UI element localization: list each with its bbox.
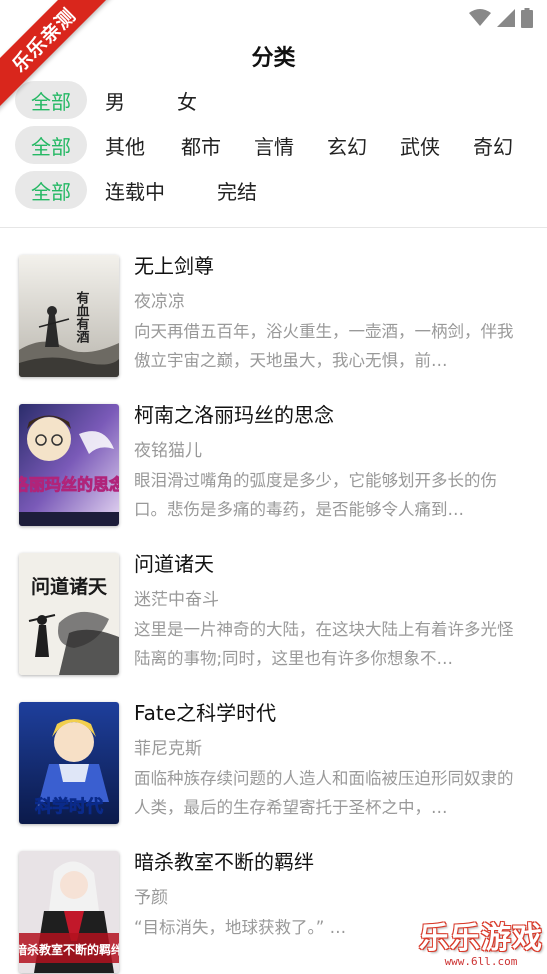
book-item[interactable]: 问道诸天 问道诸天 迷茫中奋斗 这里是一片神奇的大陆，在这块大陆上有着许多光怪陆…	[0, 548, 547, 697]
book-cover: 有血有酒	[19, 255, 119, 377]
filter-genre-fantasy[interactable]: 奇幻	[473, 126, 513, 164]
book-title: Fate之科学时代	[134, 701, 277, 725]
book-cover: 问道诸天	[19, 553, 119, 675]
book-author: 予颜	[134, 888, 168, 908]
book-title: 问道诸天	[134, 552, 214, 576]
book-item[interactable]: 有血有酒 无上剑尊 夜凉凉 向天再借五百年，浴火重生，一壶酒，一柄剑，伴我傲立宇…	[0, 250, 547, 399]
filter-status-serializing[interactable]: 连载中	[89, 171, 181, 209]
book-author: 夜凉凉	[134, 292, 185, 312]
filter-status-all[interactable]: 全部	[15, 171, 87, 209]
book-author: 菲尼克斯	[134, 739, 202, 759]
ribbon-label: 乐乐亲测	[0, 0, 116, 112]
filter-genre-all[interactable]: 全部	[15, 126, 87, 164]
book-description: 眼泪滑过嘴角的弧度是多少，它能够划开多长的伤口。悲伤是多痛的毒药，是否能够令人痛…	[134, 471, 497, 519]
cover-title: 问道诸天	[31, 575, 108, 598]
book-author: 迷茫中奋斗	[134, 590, 219, 610]
filter-genre-wuxia[interactable]: 武侠	[400, 126, 440, 164]
book-cover: 科学时代	[19, 702, 119, 824]
book-title: 无上剑尊	[134, 254, 214, 278]
app-screen: 乐乐亲测 分类 全部 男 女 全部 其他 都市 言情 玄幻 武侠 奇幻 全部 连…	[0, 0, 547, 974]
cover-title: 科学时代	[35, 796, 103, 817]
watermark-text: 乐乐游戏	[419, 921, 543, 956]
cover-title: 暗杀教室不断的羁绊	[19, 942, 119, 957]
filter-genre-romance[interactable]: 言情	[254, 126, 294, 164]
book-description: 这里是一片神奇的大陆，在这块大陆上有着许多光怪陆离的事物;同时，这里也有许多你想…	[134, 620, 514, 668]
signal-icon	[497, 9, 515, 27]
filter-row-genre: 全部 其他 都市 言情 玄幻 武侠 奇幻	[15, 125, 537, 165]
cover-title: 洛丽玛丝的思念	[19, 475, 119, 494]
battery-icon	[521, 8, 533, 28]
book-cover: 暗杀教室不断的羁绊	[19, 851, 119, 973]
divider	[0, 227, 547, 228]
test-ribbon: 乐乐亲测	[0, 0, 120, 120]
book-description: 面临种族存续问题的人造人和面临被压迫形同奴隶的人类，最后的生存希望寄托于圣杯之中…	[134, 769, 514, 817]
wifi-icon	[469, 9, 491, 27]
filter-genre-other[interactable]: 其他	[89, 126, 161, 164]
book-title: 柯南之洛丽玛丝的思念	[134, 403, 334, 427]
filter-row-status: 全部 连载中 完结	[15, 170, 537, 210]
filter-status-completed[interactable]: 完结	[201, 171, 273, 209]
book-description: 向天再借五百年，浴火重生，一壶酒，一柄剑，伴我傲立宇宙之巅，天地虽大，我心无惧，…	[134, 322, 514, 370]
book-author: 夜铭猫儿	[134, 441, 202, 461]
filter-gender-female[interactable]: 女	[161, 81, 213, 119]
book-title: 暗杀教室不断的羁绊	[134, 850, 314, 874]
book-item[interactable]: 科学时代 Fate之科学时代 菲尼克斯 面临种族存续问题的人造人和面临被压迫形同…	[0, 697, 547, 846]
book-list: 有血有酒 无上剑尊 夜凉凉 向天再借五百年，浴火重生，一壶酒，一柄剑，伴我傲立宇…	[0, 250, 547, 974]
book-item[interactable]: 洛丽玛丝的思念 柯南之洛丽玛丝的思念 夜铭猫儿 眼泪滑过嘴角的弧度是多少，它能够…	[0, 399, 547, 548]
filter-genre-urban[interactable]: 都市	[181, 126, 221, 164]
cover-title: 有血有酒	[74, 290, 90, 344]
filter-genre-xuanhuan[interactable]: 玄幻	[327, 126, 367, 164]
book-cover: 洛丽玛丝的思念	[19, 404, 119, 526]
watermark-logo: 乐乐游戏 www.6ll.com	[419, 913, 543, 968]
